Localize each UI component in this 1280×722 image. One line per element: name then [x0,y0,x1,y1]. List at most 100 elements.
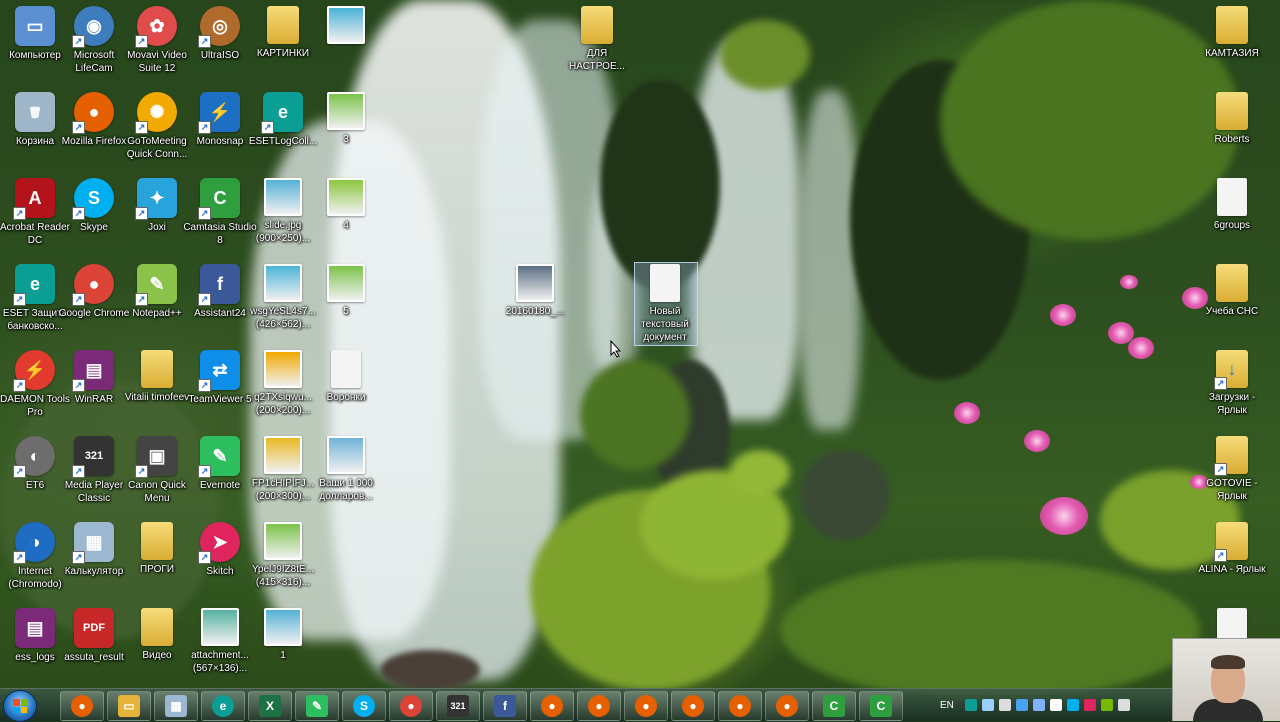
taskbar-button-media-player[interactable]: 321 [436,691,480,721]
taskbar-button-facebook[interactable]: f [483,691,527,721]
mouse-cursor-icon [610,340,622,358]
chrome-icon: ● ↗ [72,264,114,306]
desktop-icon-voronki[interactable]: Воронки [311,350,381,404]
taskbar-button-firefox[interactable]: ● [530,691,574,721]
desktop-icon-skitch[interactable]: ➤ ↗ Skitch [185,522,255,578]
skype-tray-icon[interactable] [1066,699,1079,711]
taskbar-button-eset[interactable]: e [201,691,245,721]
desktop-icon-firefox1[interactable]: ● ↗ Mozilla Firefox [59,92,129,148]
firefox-icon: ● ↗ [72,92,114,134]
desktop-icon-joxi[interactable]: ✦ ↗ Joxi [122,178,192,234]
desktop-icon-notepadpp[interactable]: ✎ ↗ Notepad++ [122,264,192,320]
desktop-icon-skype[interactable]: S ↗ Skype [59,178,129,234]
desktop-icon-6groups[interactable]: 6groups [1197,178,1267,232]
taskbar-button-evernote[interactable]: ✎ [295,691,339,721]
desktop-icon-thumb4[interactable]: 4 [311,178,381,232]
taskbar-button-skype[interactable]: S [342,691,386,721]
desktop-icon-attachment[interactable]: attachment... (567×136)... [185,608,255,675]
desktop-icon-kartinki[interactable]: КАРТИНКИ [248,6,318,60]
desktop-icon-canon[interactable]: ▣ ↗ Canon Quick Menu [122,436,192,505]
desktop-icon-monosnap[interactable]: ⚡ ↗ Monosnap [185,92,255,148]
winrar-icon: ▤ ↗ [72,350,114,392]
pdf-icon: PDF [74,608,114,648]
dropbox-tray-icon[interactable] [1032,699,1045,711]
nvidia-tray-icon[interactable] [1100,699,1113,711]
flag-tray-icon[interactable] [998,699,1011,711]
desktop-icon-esetlog[interactable]: e ↗ ESETLogColl... [248,92,318,148]
monosnap-icon: ⚡ ↗ [198,92,240,134]
eset-tray-icon[interactable] [964,699,977,711]
desktop-icon-photo2016[interactable]: 20160180_... [500,264,570,318]
firefox-icon: ● [682,695,704,717]
desktop-icon-vitalii[interactable]: Vitalii timofeev [122,350,192,404]
media-player-icon: 321 [447,695,469,717]
image-thumbnail-icon [327,264,365,302]
image-thumbnail-icon [327,92,365,130]
language-indicator[interactable]: EN [940,700,954,711]
desktop-icon-thumb3[interactable]: 3 [311,92,381,146]
desktop-icon-thumb5[interactable]: 5 [311,264,381,318]
desktop-icon-golddays[interactable] [311,6,381,47]
monosnap-tray-icon[interactable] [1015,699,1028,711]
desktop-icon-ypel[interactable]: YpelJ9IZ8tE... (415×316)... [248,522,318,589]
taskbar-button-firefox[interactable]: ● [765,691,809,721]
folder-icon: ↗ [1214,436,1248,476]
skitch-icon: ➤ ↗ [198,522,240,564]
desktop-icon-dlya[interactable]: ДЛЯ НАСТРОЕ... [562,6,632,73]
desktop-icon-winrar[interactable]: ▤ ↗ WinRAR [59,350,129,406]
taskbar-button-calculator[interactable]: ▦ [154,691,198,721]
desktop-icon-slide[interactable]: slide.jpg (900×250)... [248,178,318,245]
eset-icon: e ↗ [261,92,303,134]
desktop-icon-gotovie[interactable]: ↗ GOTOVIE - Ярлык [1197,436,1267,503]
firefox-icon: ● [71,695,93,717]
taskbar-button-excel[interactable]: X [248,691,292,721]
desktop-icon-thumb1[interactable]: 1 [248,608,318,662]
desktop-icon-wsg[interactable]: wsgYeSL4s7... (426×562)... [248,264,318,331]
volume-tray-icon[interactable] [1117,699,1130,711]
desktop-icon-calc[interactable]: ▦ ↗ Калькулятор [59,522,129,578]
desktop-icon-roberts[interactable]: Roberts [1197,92,1267,146]
desktop-icon-assuta[interactable]: PDF assuta_result [59,608,129,664]
shortcut-arrow-icon: ↗ [72,121,85,134]
desktop-icon-camtasia[interactable]: C ↗ Camtasia Studio 8 [183,178,257,247]
desktop-icon-ucheba[interactable]: Учеба СНС [1197,264,1267,318]
taskbar-button-firefox[interactable]: ● [60,691,104,721]
taskbar-button-explorer-folder[interactable]: ▭ [107,691,151,721]
desktop-icon-kamtazia[interactable]: КАМТАЗИЯ [1197,6,1267,60]
desktop-icon-gotomeeting[interactable]: ✺ ↗ GoToMeeting Quick Conn... [122,92,192,161]
canon-icon: ▣ ↗ [135,436,177,478]
taskbar-button-firefox[interactable]: ● [671,691,715,721]
desktop-icon-newtxt[interactable]: Новый текстовый документ [630,264,700,344]
shortcut-arrow-icon: ↗ [135,465,148,478]
desktop-icon-teamviewer[interactable]: ⇄ ↗ TeamViewer 5 [185,350,255,406]
desktop-icon-chrome[interactable]: ● ↗ Google Chrome [59,264,129,320]
start-button[interactable] [3,690,37,722]
image-thumbnail-icon [264,178,302,216]
joxi-bird-icon: ✦ ↗ [135,178,177,220]
desktop-icon-zagruzki[interactable]: ↓ ↗ Загрузки - Ярлык [1197,350,1267,417]
desktop-icon-evernote[interactable]: ✎ ↗ Evernote [185,436,255,492]
desktop-icon-video[interactable]: Видео [122,608,192,662]
desktop-icon-mpc[interactable]: 321 ↗ Media Player Classic [59,436,129,505]
desktop-icon-movavi[interactable]: ✿ ↗ Movavi Video Suite 12 [122,6,192,75]
desktop-icon-progi[interactable]: ПРОГИ [122,522,192,576]
desktop-icon-q2t[interactable]: q2TXsiqwu... (200×200)... [248,350,318,417]
desktop-icon-alina[interactable]: ↗ ALINA - Ярлык [1197,522,1267,576]
taskbar-button-chrome[interactable]: ● [389,691,433,721]
shortcut-arrow-icon: ↗ [198,207,211,220]
taskbar-button-firefox[interactable]: ● [577,691,621,721]
taskbar-button-firefox[interactable]: ● [718,691,762,721]
desktop-icon-lifecam[interactable]: ◉ ↗ Microsoft LifeCam [59,6,129,75]
network-tray-icon[interactable] [981,699,994,711]
desktop-icon-assistant24[interactable]: f ↗ Assistant24 [185,264,255,320]
taskbar-button-camtasia-recorder[interactable]: C [859,691,903,721]
desktop-icon-ultraiso[interactable]: ◎ ↗ UltraISO [185,6,255,62]
desktop-icon-label: 6groups [1213,220,1251,231]
windows-tray-icon[interactable] [1049,699,1062,711]
taskbar-button-firefox[interactable]: ● [624,691,668,721]
calculator-icon: ▦ [165,695,187,717]
desktop-icon-vashi[interactable]: Ваши 1 000 долларов... [311,436,381,503]
taskbar-button-camtasia[interactable]: C [812,691,856,721]
desktop-icon-fp[interactable]: FP1cHIPIFJ... (200×300)... [248,436,318,503]
record-tray-icon[interactable] [1083,699,1096,711]
